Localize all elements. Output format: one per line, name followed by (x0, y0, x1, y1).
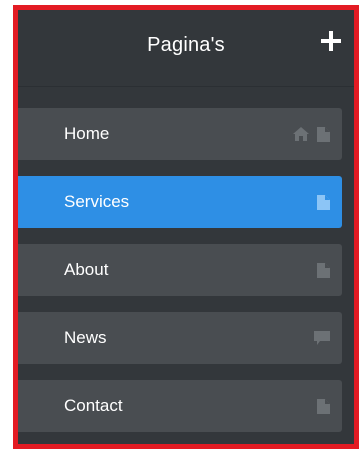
comment-icon (314, 331, 330, 345)
page-list: Home Services About News Contact (18, 108, 354, 444)
page-icon (317, 194, 330, 210)
plus-icon (321, 31, 341, 51)
add-page-button[interactable] (318, 28, 344, 54)
page-item-label: About (64, 260, 109, 279)
panel-header: Pagina's (18, 10, 354, 87)
page-item-home[interactable]: Home (18, 108, 342, 160)
home-icon (293, 127, 309, 141)
page-item-contact[interactable]: Contact (18, 380, 342, 432)
page-item-label: Services (64, 192, 130, 211)
page-item-services[interactable]: Services (18, 176, 342, 228)
pages-panel: Pagina's Home Services About News Contac… (13, 5, 359, 449)
panel-title: Pagina's (147, 34, 225, 56)
page-item-label: Contact (64, 396, 123, 415)
page-icon (317, 126, 330, 142)
page-icon (317, 398, 330, 414)
page-item-label: Home (64, 124, 110, 143)
page-icon (317, 262, 330, 278)
page-item-label: News (64, 328, 107, 347)
page-item-news[interactable]: News (18, 312, 342, 364)
page-item-about[interactable]: About (18, 244, 342, 296)
